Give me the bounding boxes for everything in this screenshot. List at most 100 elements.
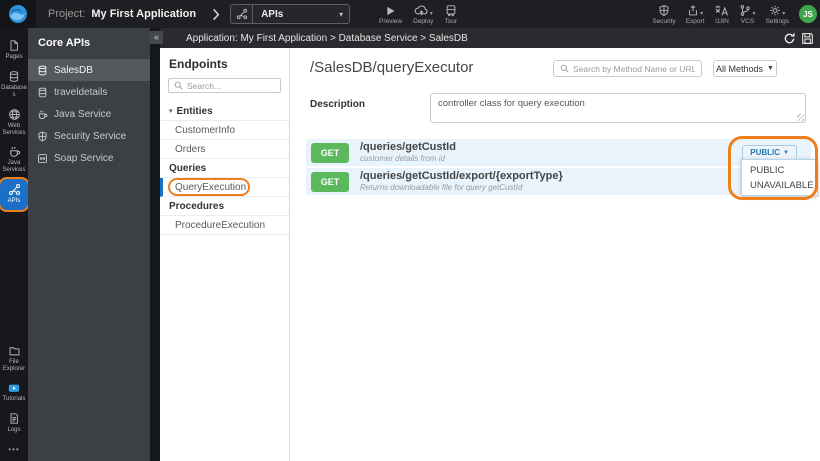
method-search[interactable] — [553, 60, 702, 77]
http-method-badge: GET — [311, 171, 349, 192]
project-label: Project: — [48, 8, 86, 20]
soap-icon — [37, 153, 48, 164]
more-options-icon[interactable]: ••• — [8, 439, 19, 456]
rail-item-logs[interactable]: Logs — [0, 408, 28, 439]
project-title: Project: My First Application — [48, 8, 196, 20]
api-icon — [8, 183, 21, 196]
chevron-right-icon — [212, 8, 220, 21]
caret-down-icon: ▾ — [782, 10, 786, 17]
endpoint-path: /queries/getCustId — [360, 141, 456, 154]
rail-item-web-services[interactable]: Web Services — [0, 104, 28, 142]
description-input[interactable]: controller class for query execution — [430, 93, 806, 123]
shield-icon — [37, 131, 48, 142]
gear-icon — [769, 4, 781, 17]
settings-button[interactable]: ▾ Settings — [766, 4, 789, 25]
user-avatar[interactable]: JS — [799, 5, 817, 23]
breadcrumb-bar: Application: My First Application > Data… — [160, 28, 820, 48]
api-method-row[interactable]: GET /queries/getCustId customer details … — [306, 139, 811, 166]
caret-down-icon: ▼ — [767, 65, 774, 72]
breadcrumb: Application: My First Application > Data… — [186, 32, 468, 44]
play-icon — [385, 4, 396, 17]
endpoints-section-procedures[interactable]: Procedures — [160, 197, 289, 216]
endpoints-section-entities[interactable]: ▾ Entities — [160, 102, 289, 121]
rail-item-tutorials[interactable]: Tutorials — [0, 378, 28, 408]
endpoint-item-queryexecution[interactable]: QueryExecution — [160, 178, 289, 197]
folder-icon — [8, 345, 21, 357]
branch-icon — [739, 4, 751, 17]
collapse-panel-button[interactable]: « — [150, 31, 163, 44]
description-field-wrap: controller class for query execution — [430, 93, 806, 123]
database-icon — [37, 87, 48, 98]
export-button[interactable]: ▾ Export — [686, 4, 704, 25]
core-apis-panel: Core APIs SalesDB traveldetails Java Ser… — [28, 28, 150, 461]
refresh-icon[interactable] — [783, 32, 796, 45]
caret-down-icon: ▾ — [700, 10, 704, 17]
topbar-center-actions: Preview ▾ Deploy Tour — [379, 0, 457, 28]
vcs-button[interactable]: ▾ VCS — [739, 4, 756, 25]
endpoint-summary: Returns downloadable file for query getC… — [360, 183, 523, 193]
service-item-traveldetails[interactable]: traveldetails — [28, 81, 150, 103]
endpoints-section-queries[interactable]: Queries — [160, 159, 289, 178]
endpoint-summary: customer details from id — [360, 154, 445, 164]
preview-button[interactable]: Preview — [379, 4, 402, 25]
app-logo[interactable] — [0, 0, 36, 28]
cloud-upload-icon — [414, 4, 429, 17]
topbar: Project: My First Application APIs ▾ Pre… — [0, 0, 820, 28]
save-icon[interactable] — [801, 32, 814, 45]
coffee-cup-icon — [8, 145, 21, 158]
api-method-row[interactable]: GET /queries/getCustId/export/{exportTyp… — [306, 168, 811, 195]
rail-item-databases[interactable]: Databases — [0, 66, 28, 104]
endpoint-path: /queries/getCustId/export/{exportType} — [360, 170, 563, 183]
database-icon — [8, 70, 20, 83]
deploy-button[interactable]: ▾ Deploy — [413, 4, 433, 25]
http-method-badge: GET — [311, 142, 349, 163]
video-play-icon — [7, 382, 21, 394]
document-lines-icon — [8, 412, 20, 425]
service-item-soap-service[interactable]: Soap Service — [28, 147, 150, 169]
access-level-menu: PUBLIC UNAVAILABLE — [741, 159, 818, 196]
page-title: /SalesDB/queryExecutor — [310, 59, 474, 76]
security-button[interactable]: Security — [652, 4, 676, 25]
endpoints-search-input[interactable] — [187, 80, 267, 91]
endpoint-item-orders[interactable]: Orders — [160, 140, 289, 159]
menu-item-public[interactable]: PUBLIC — [750, 165, 817, 176]
endpoint-item-customerinfo[interactable]: CustomerInfo — [160, 121, 289, 140]
service-item-salesdb[interactable]: SalesDB — [28, 59, 150, 81]
tour-button[interactable]: Tour — [444, 4, 457, 25]
caret-down-icon: ▾ — [169, 108, 173, 115]
panel-divider-strip — [150, 28, 160, 461]
rail-item-file-explorer[interactable]: File Explorer — [0, 341, 28, 378]
bus-icon — [445, 4, 457, 17]
rail-item-pages[interactable]: Pages — [0, 35, 28, 66]
api-icon — [231, 5, 254, 23]
shield-icon — [658, 4, 670, 17]
service-item-java-service[interactable]: Java Service — [28, 103, 150, 125]
search-icon — [560, 64, 569, 73]
wavemaker-studio: Project: My First Application APIs ▾ Pre… — [0, 0, 820, 461]
database-icon — [37, 65, 48, 76]
menu-item-unavailable[interactable]: UNAVAILABLE — [750, 180, 817, 191]
rail-item-java-services[interactable]: Java Services — [0, 141, 28, 179]
access-level-dropdown[interactable]: PUBLIC ▼ — [742, 145, 797, 160]
endpoints-search[interactable] — [168, 78, 281, 93]
caret-down-icon: ▼ — [783, 149, 789, 156]
workspace-dropdown-label: APIs — [261, 8, 284, 20]
topbar-right-actions: Security ▾ Export I18N ▾ VCS ▾ Settings … — [652, 0, 817, 28]
left-rail: Pages Databases Web Services Java Servic… — [0, 28, 28, 461]
page-icon — [8, 39, 20, 52]
wavemaker-logo-icon — [9, 5, 27, 23]
workspace-dropdown[interactable]: APIs ▾ — [230, 4, 351, 24]
endpoint-item-procedureexecution[interactable]: ProcedureExecution — [160, 216, 289, 235]
endpoints-title: Endpoints — [169, 57, 228, 71]
method-search-input[interactable] — [573, 63, 695, 74]
service-item-security-service[interactable]: Security Service — [28, 125, 150, 147]
caret-down-icon: ▾ — [339, 9, 344, 19]
rail-item-apis[interactable]: APIs — [0, 179, 28, 211]
i18n-button[interactable]: I18N — [714, 4, 729, 25]
endpoints-panel: Endpoints ▾ Entities CustomerInfo Orders… — [160, 48, 290, 461]
translate-icon — [714, 4, 729, 17]
methods-filter-dropdown[interactable]: All Methods ▼ — [713, 60, 777, 77]
search-icon — [174, 81, 183, 90]
project-name: My First Application — [91, 8, 197, 20]
description-label: Description — [310, 99, 366, 110]
